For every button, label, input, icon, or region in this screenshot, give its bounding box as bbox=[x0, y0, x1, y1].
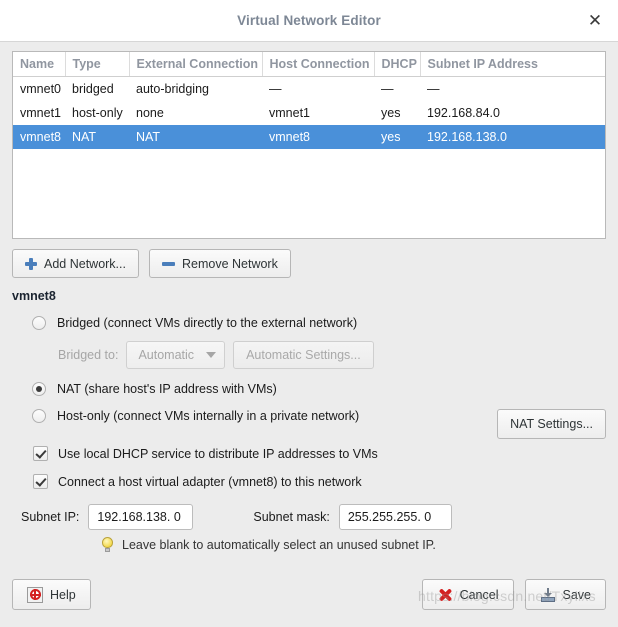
cell-external-connection: none bbox=[136, 105, 164, 120]
bridged-to-row: Bridged to: Automatic Automatic Settings… bbox=[12, 341, 606, 369]
window-titlebar: Virtual Network Editor ✕ bbox=[0, 0, 618, 42]
radio-host-only[interactable] bbox=[32, 409, 46, 423]
radio-bridged[interactable] bbox=[32, 316, 46, 330]
cell-name: vmnet1 bbox=[20, 105, 61, 120]
column-header-external-connection[interactable]: External Connection bbox=[129, 52, 263, 77]
lightbulb-icon bbox=[102, 537, 113, 552]
cell-external-connection: NAT bbox=[129, 124, 262, 149]
column-header-name[interactable]: Name bbox=[13, 52, 66, 77]
table-row[interactable]: vmnet1 host-only none vmnet1 yes 192.168… bbox=[13, 101, 605, 125]
subnet-row: Subnet IP: 192.168.138. 0 Subnet mask: 2… bbox=[12, 504, 606, 530]
checkbox-dhcp-row[interactable]: Use local DHCP service to distribute IP … bbox=[12, 446, 606, 461]
table-header-row: Name Type External Connection Host Conne… bbox=[13, 52, 605, 77]
bridged-to-value: Automatic bbox=[138, 348, 195, 362]
radio-nat[interactable] bbox=[32, 382, 46, 396]
cancel-button[interactable]: Cancel bbox=[421, 579, 514, 610]
cell-dhcp: — bbox=[381, 81, 394, 96]
subnet-ip-input[interactable]: 192.168.138. 0 bbox=[88, 504, 194, 530]
column-header-host-connection[interactable]: Host Connection bbox=[262, 52, 375, 77]
cell-type: host-only bbox=[72, 105, 123, 120]
nat-settings-label: NAT Settings... bbox=[510, 417, 593, 431]
checkbox-host-adapter-row[interactable]: Connect a host virtual adapter (vmnet8) … bbox=[12, 474, 606, 489]
cell-external-connection: auto-bridging bbox=[136, 81, 209, 96]
help-button[interactable]: Help bbox=[12, 579, 91, 610]
cell-host-connection: vmnet1 bbox=[269, 105, 310, 120]
network-table: Name Type External Connection Host Conne… bbox=[13, 52, 605, 149]
add-network-label: Add Network... bbox=[44, 256, 126, 271]
bridged-to-label: Bridged to: bbox=[58, 348, 119, 362]
checkbox-use-local-dhcp[interactable] bbox=[33, 446, 48, 461]
nat-settings-button[interactable]: NAT Settings... bbox=[497, 409, 606, 439]
automatic-settings-label: Automatic Settings... bbox=[246, 348, 361, 362]
network-list[interactable]: Name Type External Connection Host Conne… bbox=[12, 51, 606, 239]
checkbox-connect-host-adapter[interactable] bbox=[33, 474, 48, 489]
remove-network-button[interactable]: Remove Network bbox=[148, 249, 291, 278]
chevron-down-icon bbox=[206, 352, 217, 358]
option-bridged[interactable]: Bridged (connect VMs directly to the ext… bbox=[12, 316, 606, 330]
help-label: Help bbox=[50, 587, 76, 602]
cell-name: vmnet8 bbox=[13, 124, 65, 149]
automatic-settings-button[interactable]: Automatic Settings... bbox=[233, 341, 374, 369]
details-section-title: vmnet8 bbox=[12, 289, 56, 303]
checkbox-use-local-dhcp-label: Use local DHCP service to distribute IP … bbox=[58, 446, 378, 461]
bridged-to-select[interactable]: Automatic bbox=[126, 341, 226, 369]
subnet-mask-input[interactable]: 255.255.255. 0 bbox=[338, 504, 452, 530]
cell-name: vmnet0 bbox=[20, 81, 61, 96]
subnet-hint: Leave blank to automatically select an u… bbox=[12, 537, 606, 552]
table-row-selected[interactable]: vmnet8 NAT NAT vmnet8 yes 192.168.138.0 bbox=[13, 124, 605, 149]
checkbox-connect-host-adapter-label: Connect a host virtual adapter (vmnet8) … bbox=[58, 474, 362, 489]
add-network-button[interactable]: Add Network... bbox=[12, 249, 139, 278]
option-nat-label: NAT (share host's IP address with VMs) bbox=[57, 382, 277, 396]
dialog-content: Name Type External Connection Host Conne… bbox=[0, 51, 618, 627]
window-title: Virtual Network Editor bbox=[237, 13, 381, 28]
option-bridged-label: Bridged (connect VMs directly to the ext… bbox=[57, 316, 358, 330]
subnet-hint-text: Leave blank to automatically select an u… bbox=[122, 537, 436, 552]
table-row[interactable]: vmnet0 bridged auto-bridging — — — bbox=[13, 77, 605, 101]
dialog-footer: Help Cancel Save bbox=[12, 579, 606, 610]
cell-dhcp: yes bbox=[381, 105, 401, 120]
cell-host-connection: vmnet8 bbox=[262, 124, 374, 149]
save-label: Save bbox=[562, 587, 592, 602]
save-button[interactable]: Save bbox=[524, 579, 606, 610]
column-header-subnet-ip-address[interactable]: Subnet IP Address bbox=[420, 52, 605, 77]
cell-dhcp: yes bbox=[374, 124, 420, 149]
cancel-label: Cancel bbox=[459, 587, 499, 602]
network-actions: Add Network... Remove Network bbox=[12, 249, 606, 278]
cell-type: bridged bbox=[72, 81, 114, 96]
column-header-type[interactable]: Type bbox=[65, 52, 130, 77]
cell-subnet-ip: 192.168.84.0 bbox=[427, 105, 500, 120]
column-header-dhcp[interactable]: DHCP bbox=[374, 52, 421, 77]
cell-host-connection: — bbox=[269, 81, 282, 96]
subnet-ip-label: Subnet IP: bbox=[21, 510, 80, 524]
minus-icon bbox=[161, 258, 175, 270]
plus-icon bbox=[25, 257, 37, 270]
save-icon bbox=[540, 587, 556, 603]
subnet-mask-label: Subnet mask: bbox=[253, 510, 330, 524]
footer-actions: Cancel Save bbox=[421, 579, 606, 610]
remove-network-label: Remove Network bbox=[181, 256, 278, 271]
cell-type: NAT bbox=[65, 124, 129, 149]
cell-subnet-ip: 192.168.138.0 bbox=[420, 124, 605, 149]
cancel-icon bbox=[437, 587, 453, 603]
close-icon[interactable]: ✕ bbox=[582, 8, 608, 34]
option-nat[interactable]: NAT (share host's IP address with VMs) bbox=[12, 382, 606, 396]
help-icon bbox=[27, 586, 43, 603]
option-host-only-label: Host-only (connect VMs internally in a p… bbox=[57, 409, 360, 423]
cell-subnet-ip: — bbox=[427, 81, 440, 96]
